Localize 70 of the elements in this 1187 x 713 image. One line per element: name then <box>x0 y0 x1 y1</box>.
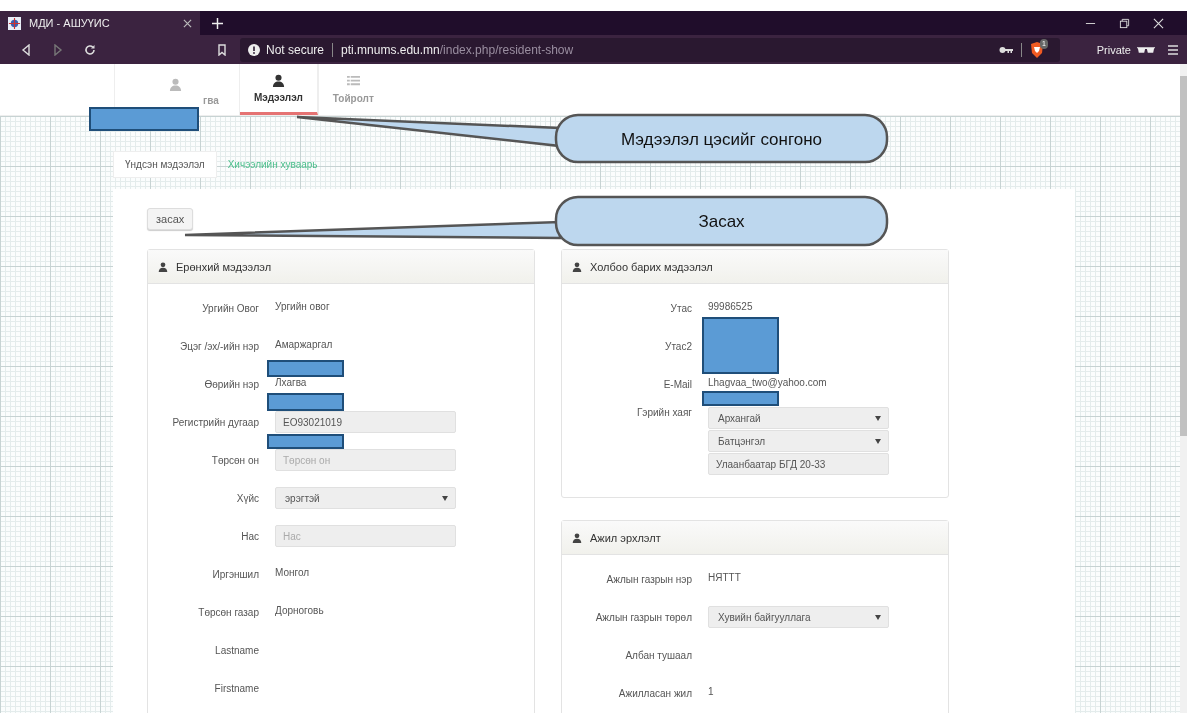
security-label: Not secure <box>266 42 325 57</box>
glasses-icon <box>1137 45 1155 54</box>
field-value: 1 <box>708 686 714 697</box>
field-value: Ургийн овог <box>275 301 330 312</box>
restore-icon[interactable] <box>1119 17 1130 29</box>
field-label: Lastname <box>214 644 260 656</box>
field-label: Ургийн Овог <box>201 302 260 314</box>
field-label: E-Mail <box>662 378 693 390</box>
browser-tab[interactable]: МДИ - АШУҮИС <box>0 11 200 35</box>
field-label: Эцэг /эх/-ийн нэр <box>179 340 260 352</box>
field-value: Монгол <box>275 567 310 578</box>
field-value: Lhagvaa_two@yahoo.com <box>708 377 827 388</box>
select-field[interactable]: Батцэнгэл <box>708 430 889 452</box>
bookmark-icon[interactable] <box>216 43 228 56</box>
field-value: 99986525 <box>708 301 753 312</box>
field-label: Албан тушаал <box>624 649 693 661</box>
caret-icon <box>875 415 881 421</box>
caret-icon <box>442 495 448 501</box>
card-title: Холбоо барих мэдээлэл <box>590 260 713 273</box>
site-logo-icon <box>8 16 21 30</box>
field-label: Нас <box>240 530 260 542</box>
field-label: Иргэншил <box>211 568 260 580</box>
select-field[interactable]: эрэгтэй <box>275 487 456 509</box>
private-label: Private <box>1096 43 1131 56</box>
card-title: Ажил эрхлэлт <box>590 531 661 544</box>
warning-icon <box>248 43 260 56</box>
scrollbar[interactable] <box>1180 64 1187 713</box>
close-icon[interactable] <box>1153 17 1164 29</box>
field-label: Регистрийн дугаар <box>171 416 260 428</box>
list-icon <box>346 75 360 88</box>
tab-title: МДИ - АШУҮИС <box>29 17 111 29</box>
edit-button[interactable]: засах <box>147 208 194 230</box>
field-label: Өөрийн нэр <box>203 378 260 390</box>
user-icon <box>158 261 168 272</box>
field-value: НЯТТТ <box>708 572 741 583</box>
caret-icon <box>875 614 881 620</box>
close-tab-icon[interactable] <box>183 18 192 28</box>
user-icon <box>572 532 582 543</box>
field-label: Ажлын газрын нэр <box>605 573 693 585</box>
field-label: Ажлын газрын төрөл <box>594 611 693 623</box>
field-label: Firstname <box>213 682 260 694</box>
field-label: Төрсөн он <box>210 454 260 466</box>
menu-icon[interactable] <box>1167 43 1179 56</box>
field-value: Амаржаргал <box>275 339 333 350</box>
user-icon <box>169 78 182 91</box>
field-label: Утас <box>669 302 693 314</box>
field-label: Утас2 <box>664 340 693 352</box>
forward-icon[interactable] <box>52 43 64 56</box>
field-label: Гэрийн хаяг <box>635 407 693 418</box>
input-field[interactable]: Улаанбаатар БГД 20-33 <box>708 453 889 475</box>
field-label: Ажилласан жил <box>617 687 693 699</box>
field-value: Дорноговь <box>275 605 324 616</box>
back-icon[interactable] <box>20 43 32 56</box>
key-icon[interactable] <box>999 45 1013 54</box>
callout-text: Мэдээлэл цэсийг сонгоно <box>620 129 823 149</box>
reload-icon[interactable] <box>84 43 96 56</box>
card-title: Ерөнхий мэдээлэл <box>176 260 272 273</box>
select-field[interactable]: Архангай <box>708 407 889 429</box>
user-icon <box>271 73 285 87</box>
callout-text: Засах <box>698 212 745 231</box>
field-label: Төрсөн газар <box>197 606 260 618</box>
user-icon <box>572 261 582 272</box>
caret-icon <box>875 438 881 444</box>
field-value: Лхагва <box>275 377 307 388</box>
field-label: Хүйс <box>235 492 260 504</box>
url-text: pti.mnums.edu.mn/index.php/resident-show <box>341 42 574 57</box>
input-field[interactable]: ЕО93021019 <box>275 411 456 433</box>
sub-tab[interactable]: Үндсэн мэдээлэл <box>113 150 217 178</box>
select-field[interactable]: Хувийн байгууллага <box>708 606 889 628</box>
new-tab-icon[interactable] <box>212 17 223 29</box>
